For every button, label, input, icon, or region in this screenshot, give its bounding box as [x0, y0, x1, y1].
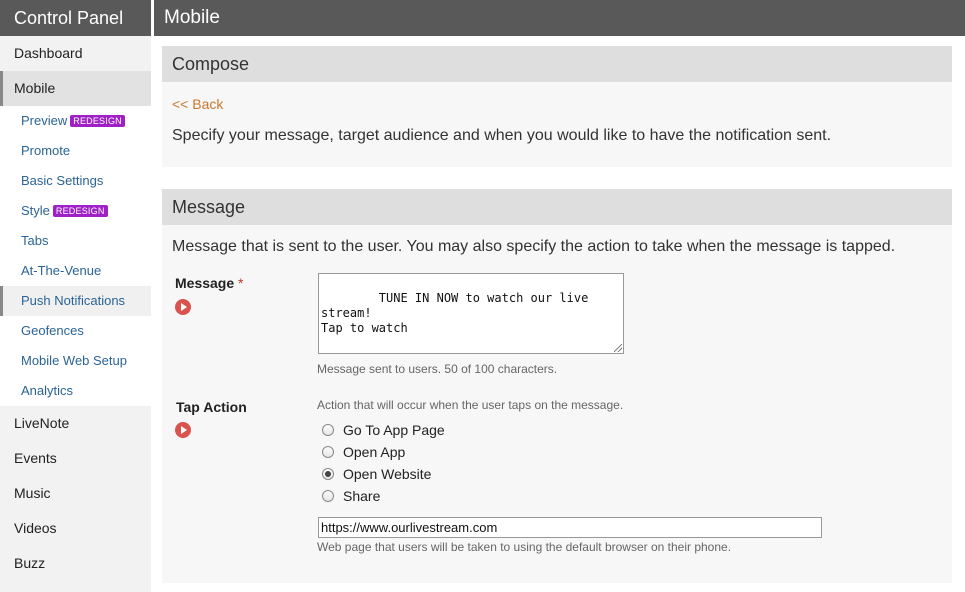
redesign-badge: REDESIGN	[70, 115, 125, 127]
nav-item-videos[interactable]: Videos	[0, 511, 151, 546]
radio-button[interactable]	[322, 490, 334, 502]
subnav-item-analytics[interactable]: Analytics	[0, 376, 151, 406]
play-circle-icon[interactable]	[175, 422, 191, 438]
mobile-submenu: Preview REDESIGN Promote Basic Settings S…	[0, 106, 151, 406]
tap-action-label: Tap Action	[176, 399, 247, 415]
message-section-description: Message that is sent to the user. You ma…	[172, 238, 896, 255]
nav-item-music[interactable]: Music	[0, 476, 151, 511]
radio-share[interactable]: Share	[322, 486, 380, 506]
page-title: Mobile	[154, 0, 965, 36]
radio-button[interactable]	[322, 424, 334, 436]
message-label-text: Message	[175, 275, 235, 291]
back-link[interactable]: << Back	[172, 96, 223, 112]
subnav-item-basic-settings[interactable]: Basic Settings	[0, 166, 151, 196]
nav-item-buzz[interactable]: Buzz	[0, 546, 151, 581]
radio-label: Open App	[343, 444, 406, 460]
app: Control Panel Dashboard Mobile Preview RE…	[0, 0, 965, 592]
message-textarea[interactable]: TUNE IN NOW to watch our live stream! Ta…	[318, 273, 624, 354]
message-field-label: Message *	[175, 275, 244, 291]
tap-action-help-text: Action that will occur when the user tap…	[317, 398, 624, 412]
nav-item-events[interactable]: Events	[0, 441, 151, 476]
nav-item-dashboard[interactable]: Dashboard	[0, 36, 151, 71]
subnav-item-at-the-venue[interactable]: At-The-Venue	[0, 256, 151, 286]
radio-label: Share	[343, 488, 381, 504]
subnav-item-tabs[interactable]: Tabs	[0, 226, 151, 256]
radio-go-to-app-page[interactable]: Go To App Page	[322, 420, 445, 440]
sidebar-title: Control Panel	[0, 0, 151, 36]
subnav-item-promote[interactable]: Promote	[0, 136, 151, 166]
compose-description: Specify your message, target audience an…	[172, 127, 832, 144]
play-circle-icon[interactable]	[175, 299, 191, 315]
subnav-item-style[interactable]: Style REDESIGN	[0, 196, 151, 226]
message-text: TUNE IN NOW to watch our live stream! Ta…	[321, 291, 589, 335]
nav-item-mobile[interactable]: Mobile	[0, 71, 151, 106]
redesign-badge: REDESIGN	[52, 205, 108, 217]
url-help-text: Web page that users will be taken to usi…	[317, 540, 732, 554]
subnav-label: Preview	[21, 113, 68, 128]
message-panel: Message Message that is sent to the user…	[162, 189, 952, 583]
resize-grip-icon[interactable]	[614, 344, 622, 352]
radio-label: Open Website	[343, 466, 432, 482]
main-content: Mobile Compose << Back Specify your mess…	[154, 0, 965, 592]
sidebar: Control Panel Dashboard Mobile Preview RE…	[0, 0, 151, 592]
radio-button[interactable]	[322, 446, 334, 458]
message-section-title: Message	[162, 189, 952, 225]
subnav-item-push-notifications[interactable]: Push Notifications	[0, 286, 151, 316]
subnav-item-geofences[interactable]: Geofences	[0, 316, 151, 346]
compose-panel: Compose << Back Specify your message, ta…	[162, 46, 952, 167]
required-asterisk: *	[238, 275, 244, 291]
compose-title: Compose	[162, 46, 952, 82]
radio-open-app[interactable]: Open App	[322, 442, 405, 462]
radio-label: Go To App Page	[343, 422, 445, 438]
subnav-item-mobile-web-setup[interactable]: Mobile Web Setup	[0, 346, 151, 376]
radio-open-website[interactable]: Open Website	[322, 464, 431, 484]
radio-button[interactable]	[322, 468, 334, 480]
message-help-text: Message sent to users. 50 of 100 charact…	[317, 362, 558, 376]
subnav-item-preview[interactable]: Preview REDESIGN	[0, 106, 151, 136]
subnav-label: Style	[21, 203, 50, 218]
nav-item-livenote[interactable]: LiveNote	[0, 406, 151, 441]
website-url-input[interactable]: https://www.ourlivestream.com	[318, 517, 822, 538]
